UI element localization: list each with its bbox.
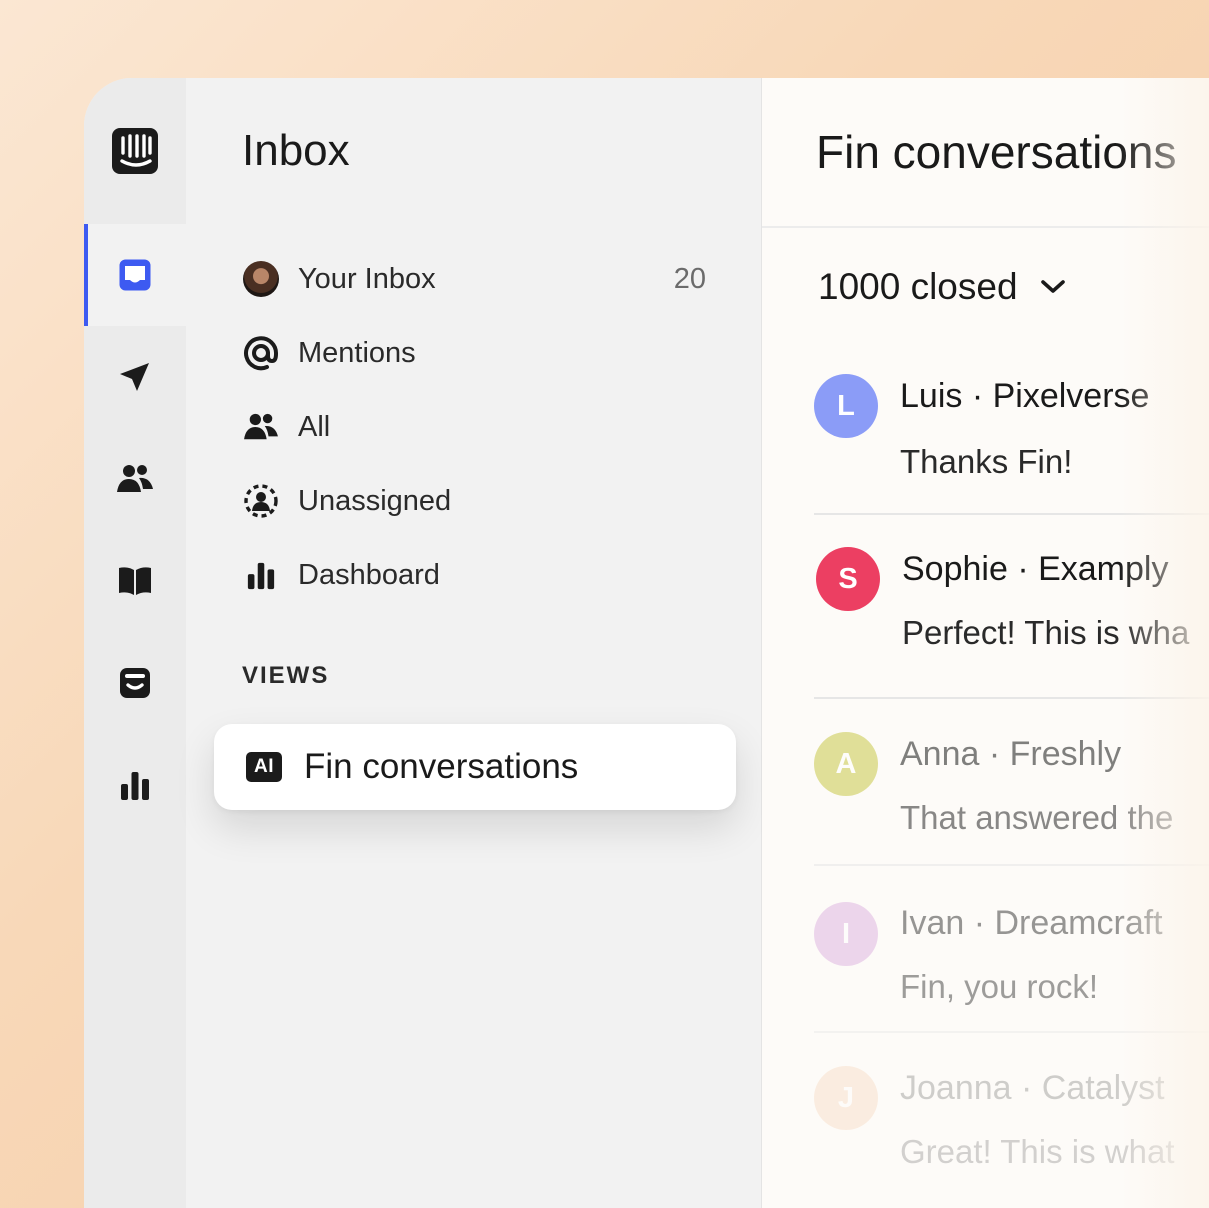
nav-item-dashboard[interactable]: Dashboard <box>242 538 706 612</box>
conversation-name: Anna · Freshly <box>900 735 1122 773</box>
inbox-icon <box>119 259 151 291</box>
messenger-icon <box>120 668 150 698</box>
conversation-preview: Perfect! This is wha <box>902 614 1190 651</box>
book-icon <box>119 567 151 595</box>
team-icon <box>244 413 278 440</box>
contacts-icon <box>117 465 153 492</box>
unassigned-icon <box>244 484 278 518</box>
app-window: Inbox Your Inbox 20 Mentions All Unassig… <box>84 78 1209 1208</box>
filter-label: 1000 closed <box>818 266 1018 307</box>
inbox-nav-panel: Inbox Your Inbox 20 Mentions All Unassig… <box>186 78 762 1208</box>
nav-item-label: Your Inbox <box>298 262 436 295</box>
nav-list: Your Inbox 20 Mentions All Unassigned Da… <box>242 242 706 612</box>
conversation-row[interactable]: L Luis · Pixelverse Thanks Fin! <box>814 356 1209 515</box>
conversation-row[interactable]: I Ivan · Dreamcraft Fin, you rock! <box>814 866 1209 1033</box>
rail-inbox[interactable] <box>84 224 186 326</box>
nav-item-label: Dashboard <box>298 558 440 591</box>
nav-item-all[interactable]: All <box>242 390 706 464</box>
at-icon <box>244 336 279 371</box>
avatar: A <box>814 732 878 796</box>
avatar: J <box>814 1066 878 1130</box>
rail-messenger[interactable] <box>84 632 186 734</box>
reports-icon <box>121 772 149 800</box>
conversation-row[interactable]: S Sophie · Examply Perfect! This is wha <box>814 515 1209 699</box>
bar-chart-icon <box>247 562 275 590</box>
avatar <box>243 261 279 297</box>
conversation-preview: Great! This is what <box>900 1133 1175 1170</box>
conversation-name: Luis · Pixelverse <box>900 377 1150 415</box>
nav-item-unassigned[interactable]: Unassigned <box>242 464 706 538</box>
nav-item-count: 20 <box>673 262 706 295</box>
conversation-row[interactable]: A Anna · Freshly That answered the <box>814 699 1209 866</box>
logo-icon <box>112 128 158 174</box>
rail-contacts[interactable] <box>84 428 186 530</box>
conversations-panel: Fin conversations 1000 closed L Luis · P… <box>762 78 1209 1208</box>
nav-item-mentions[interactable]: Mentions <box>242 316 706 390</box>
ai-badge: AI <box>246 752 282 782</box>
logo[interactable] <box>84 78 186 224</box>
avatar: L <box>814 374 878 438</box>
conversation-list: L Luis · Pixelverse Thanks Fin! S Sophie… <box>814 356 1209 1193</box>
conversation-row[interactable]: J Joanna · Catalyst Great! This is what <box>814 1033 1209 1193</box>
conversation-name: Ivan · Dreamcraft <box>900 904 1163 942</box>
nav-item-label: All <box>298 410 331 443</box>
page-title: Fin conversations <box>762 78 1209 228</box>
rail-outbound[interactable] <box>84 326 186 428</box>
conversation-preview: That answered the <box>900 799 1174 836</box>
conversation-name: Sophie · Examply <box>902 550 1169 588</box>
conversation-preview: Thanks Fin! <box>900 443 1073 480</box>
avatar: I <box>814 902 878 966</box>
conversation-preview: Fin, you rock! <box>900 968 1099 1005</box>
conversation-name: Joanna · Catalyst <box>900 1069 1165 1107</box>
view-fin-conversations[interactable]: AI Fin conversations <box>214 724 736 810</box>
nav-title: Inbox <box>242 126 350 175</box>
rail-knowledge[interactable] <box>84 530 186 632</box>
views-section-label: VIEWS <box>242 662 330 689</box>
rail-reports[interactable] <box>84 734 186 836</box>
chevron-down-icon <box>1040 280 1065 293</box>
nav-item-label: Mentions <box>298 336 416 369</box>
nav-item-your-inbox[interactable]: Your Inbox 20 <box>242 242 706 316</box>
send-icon <box>120 363 149 391</box>
icon-rail <box>84 78 186 1208</box>
view-label: Fin conversations <box>304 747 579 786</box>
avatar: S <box>816 547 880 611</box>
nav-item-label: Unassigned <box>298 484 452 517</box>
status-filter-dropdown[interactable]: 1000 closed <box>818 266 1066 308</box>
